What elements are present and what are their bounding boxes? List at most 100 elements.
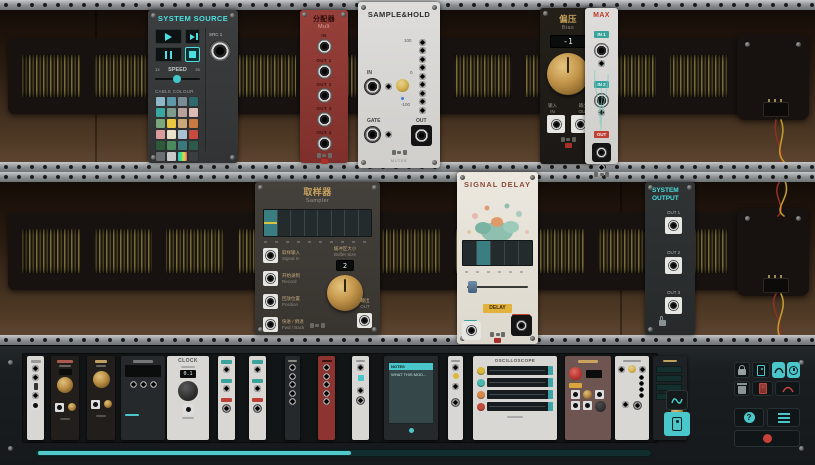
cable-colour-swatch[interactable] bbox=[189, 130, 198, 139]
cable-colour-swatch[interactable] bbox=[178, 119, 187, 128]
cable-colour-swatch[interactable] bbox=[167, 130, 176, 139]
menu-button[interactable] bbox=[767, 408, 800, 427]
sample-knob[interactable] bbox=[396, 79, 409, 92]
sampler-fwd-back-jack[interactable] bbox=[263, 317, 278, 332]
cable-colour-swatch[interactable] bbox=[167, 141, 176, 150]
in-jack[interactable] bbox=[364, 78, 381, 95]
step-button[interactable] bbox=[185, 29, 200, 44]
shelf-module-notes[interactable]: NOTES WHAT THIS MOD... bbox=[384, 356, 438, 440]
delete-cable-button[interactable] bbox=[775, 381, 800, 396]
sampler-record-jack[interactable] bbox=[263, 271, 278, 286]
cable-colour-swatch[interactable] bbox=[178, 141, 187, 150]
shelf-scrollbar-thumb[interactable] bbox=[38, 451, 351, 455]
speed-slider-thumb[interactable] bbox=[173, 75, 181, 83]
cable-colour-swatch[interactable] bbox=[156, 141, 165, 150]
show-cables-button[interactable] bbox=[772, 362, 785, 378]
cable-colour-swatch[interactable] bbox=[156, 130, 165, 139]
scale-jack[interactable] bbox=[419, 90, 426, 97]
shelf-module-attenuator[interactable] bbox=[51, 356, 79, 440]
in-attenuate-button[interactable] bbox=[385, 83, 392, 90]
scale-jack[interactable] bbox=[419, 81, 426, 88]
out-jack[interactable] bbox=[411, 125, 432, 146]
module-sample-hold[interactable]: SAMPLE&HOLD 100 0 -100 IN GATE OUT MUTER bbox=[358, 2, 440, 168]
mult-out2-jack[interactable] bbox=[317, 88, 332, 103]
cable-colour-swatch[interactable] bbox=[189, 152, 198, 161]
cable-colour-swatch[interactable] bbox=[189, 108, 198, 117]
shelf-scrollbar-track[interactable] bbox=[35, 449, 652, 457]
cable-colour-swatch[interactable] bbox=[167, 152, 176, 161]
shelf-module-max-mini-2[interactable] bbox=[249, 356, 266, 440]
scale-jack[interactable] bbox=[419, 64, 426, 71]
scale-jack[interactable] bbox=[419, 98, 426, 105]
cable-colour-swatch[interactable] bbox=[178, 97, 187, 106]
shelf-module-oscilloscope[interactable]: OSCILLOSCOPE bbox=[473, 356, 557, 440]
delete-button[interactable] bbox=[734, 381, 750, 396]
scale-jack[interactable] bbox=[419, 39, 426, 46]
scale-jack[interactable] bbox=[419, 107, 426, 114]
tab-oscilloscope-panel[interactable] bbox=[666, 390, 688, 410]
delete-module-button[interactable] bbox=[752, 381, 773, 396]
cable-colour-swatch[interactable] bbox=[156, 97, 165, 106]
src1-jack[interactable] bbox=[209, 40, 231, 62]
delay-slider-track[interactable] bbox=[467, 286, 528, 288]
mult-out4-jack[interactable] bbox=[317, 136, 332, 151]
module-system-output[interactable]: SYSTEM OUTPUT OUT 1 OUT 2 OUT 3 bbox=[645, 182, 695, 335]
module-signal-delay[interactable]: SIGNAL DELAY DELAY IN OUT bbox=[457, 172, 538, 344]
tab-module-library[interactable] bbox=[664, 412, 690, 436]
module-max[interactable]: MAX IN 1 IN 2 OUT bbox=[585, 8, 618, 164]
cable-colour-swatch[interactable] bbox=[178, 108, 187, 117]
sampler-signal-in-jack[interactable] bbox=[263, 248, 278, 263]
mult-in-jack[interactable] bbox=[317, 39, 332, 54]
mult-out3-jack[interactable] bbox=[317, 112, 332, 127]
delay-in-jack[interactable] bbox=[462, 321, 481, 340]
show-modules-button[interactable] bbox=[752, 362, 770, 378]
shelf-module-sh-narrow[interactable] bbox=[448, 356, 463, 440]
shelf-module-mult-dark[interactable] bbox=[285, 356, 300, 440]
stop-button[interactable] bbox=[185, 47, 200, 62]
scale-jack[interactable] bbox=[419, 56, 426, 63]
shelf-module-recorder[interactable] bbox=[565, 356, 611, 440]
bias-in-jack[interactable] bbox=[547, 115, 565, 133]
out3-jack[interactable] bbox=[665, 297, 682, 314]
out2-jack[interactable] bbox=[665, 257, 682, 274]
module-mult[interactable]: 分配器 Mult IN OUT 1 OUT 2 OUT 3 OUT 4 bbox=[300, 10, 348, 163]
play-button[interactable] bbox=[155, 29, 182, 44]
module-sampler[interactable]: 取样器 Sampler 取样输入 Signal In 开始录制 Record 回… bbox=[255, 182, 380, 335]
shelf-module-max-mini[interactable] bbox=[218, 356, 235, 440]
sampler-position-jack[interactable] bbox=[263, 294, 278, 309]
cable-colour-swatch[interactable] bbox=[156, 119, 165, 128]
cable-colour-swatch[interactable] bbox=[156, 108, 165, 117]
max-out-button[interactable] bbox=[598, 164, 605, 171]
out1-jack[interactable] bbox=[665, 217, 682, 234]
record-button[interactable] bbox=[734, 430, 800, 447]
cable-colour-swatch[interactable] bbox=[189, 141, 198, 150]
bias-knob[interactable] bbox=[547, 53, 589, 95]
scale-jack[interactable] bbox=[419, 47, 426, 54]
shelf-module-sequencer[interactable] bbox=[121, 356, 165, 440]
shelf-module-bias-mini[interactable] bbox=[87, 356, 115, 440]
module-system-source[interactable]: SYSTEM SOURCE 1x SPEED 4x CABLE COLOUR S… bbox=[148, 10, 238, 163]
speed-slider-track[interactable] bbox=[155, 78, 200, 80]
shelf-module-mult-red[interactable] bbox=[318, 356, 335, 440]
cable-colour-swatch[interactable] bbox=[178, 130, 187, 139]
mult-out1-jack[interactable] bbox=[317, 64, 332, 79]
cable-colour-swatch[interactable] bbox=[189, 119, 198, 128]
shelf-module-clock[interactable]: CLOCK 0.1 bbox=[167, 356, 209, 440]
shelf-module-util[interactable] bbox=[352, 356, 369, 440]
sampler-out-jack[interactable] bbox=[357, 313, 372, 328]
lock-rack-button[interactable] bbox=[734, 362, 750, 378]
pause-button[interactable] bbox=[155, 47, 182, 62]
delay-slider-handle[interactable] bbox=[468, 281, 477, 293]
realtime-button[interactable] bbox=[787, 362, 800, 378]
help-button[interactable]: ? bbox=[734, 408, 764, 427]
cable-colour-swatch[interactable] bbox=[167, 119, 176, 128]
gate-button[interactable] bbox=[385, 131, 392, 138]
cable-colour-swatch[interactable] bbox=[189, 97, 198, 106]
shelf-module-logic[interactable] bbox=[27, 356, 44, 440]
cable-colour-swatch[interactable] bbox=[167, 97, 176, 106]
scale-jack[interactable] bbox=[419, 73, 426, 80]
shelf-module-sample-hold-mini[interactable] bbox=[615, 356, 649, 440]
cable-colour-swatch[interactable] bbox=[178, 152, 187, 161]
cable-colour-swatch[interactable] bbox=[167, 108, 176, 117]
cable-colour-swatch[interactable] bbox=[156, 152, 165, 161]
